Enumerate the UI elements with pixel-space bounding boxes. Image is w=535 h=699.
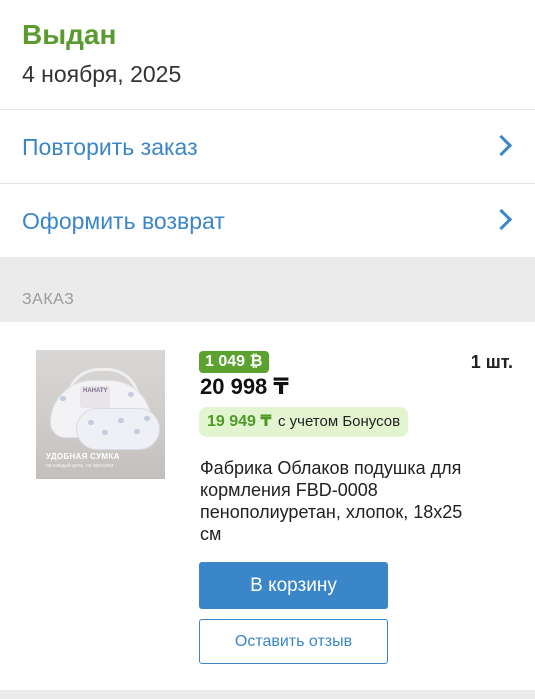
pattern-dot xyxy=(88,420,94,425)
leave-review-button[interactable]: Оставить отзыв xyxy=(199,619,388,664)
add-to-cart-button[interactable]: В корзину xyxy=(199,562,388,609)
return-order-label: Оформить возврат xyxy=(22,208,225,234)
pattern-dot xyxy=(144,416,150,421)
order-status-block: Выдан 4 ноября, 2025 xyxy=(0,0,535,108)
return-order-row[interactable]: Оформить возврат xyxy=(0,184,535,257)
bonus-price-badge: 19 949 ₸ с учетом Бонусов xyxy=(199,407,409,437)
bonus-badge: 1 049 ₿ xyxy=(199,351,269,373)
pattern-dot xyxy=(118,418,124,423)
order-status-title: Выдан xyxy=(22,19,117,50)
order-section-header: ЗАКАЗ xyxy=(0,257,535,322)
image-caption: УДОБНАЯ СУМКА xyxy=(46,452,120,461)
brand-logo-patch: HAHATY xyxy=(80,386,110,408)
product-title[interactable]: Фабрика Облаков подушка для кормления FB… xyxy=(200,457,470,545)
image-subcaption: на каждый день, на прогулки xyxy=(46,463,114,469)
pattern-dot xyxy=(102,430,108,435)
order-section-label: ЗАКАЗ xyxy=(22,291,75,308)
brand-logo-text: HAHATY xyxy=(83,388,108,394)
repeat-order-row[interactable]: Повторить заказ xyxy=(0,110,535,183)
chevron-right-icon xyxy=(490,134,513,157)
pattern-dot xyxy=(134,429,140,434)
repeat-order-label: Повторить заказ xyxy=(22,134,198,160)
product-image[interactable]: HAHATY УДОБНАЯ СУМКА на каждый день, на … xyxy=(36,350,165,479)
chevron-right-icon xyxy=(490,208,513,231)
item-price: 20 998 ₸ xyxy=(200,374,289,399)
item-quantity: 1 шт. xyxy=(470,352,513,372)
bonus-price-value: 19 949 ₸ xyxy=(207,413,272,430)
bonus-price-text: с учетом Бонусов xyxy=(277,413,401,430)
order-status-date: 4 ноября, 2025 xyxy=(22,61,182,87)
pattern-dot xyxy=(60,396,66,401)
pattern-dot xyxy=(128,392,134,397)
pillow-shape xyxy=(76,408,160,450)
bottom-separator xyxy=(0,690,535,699)
